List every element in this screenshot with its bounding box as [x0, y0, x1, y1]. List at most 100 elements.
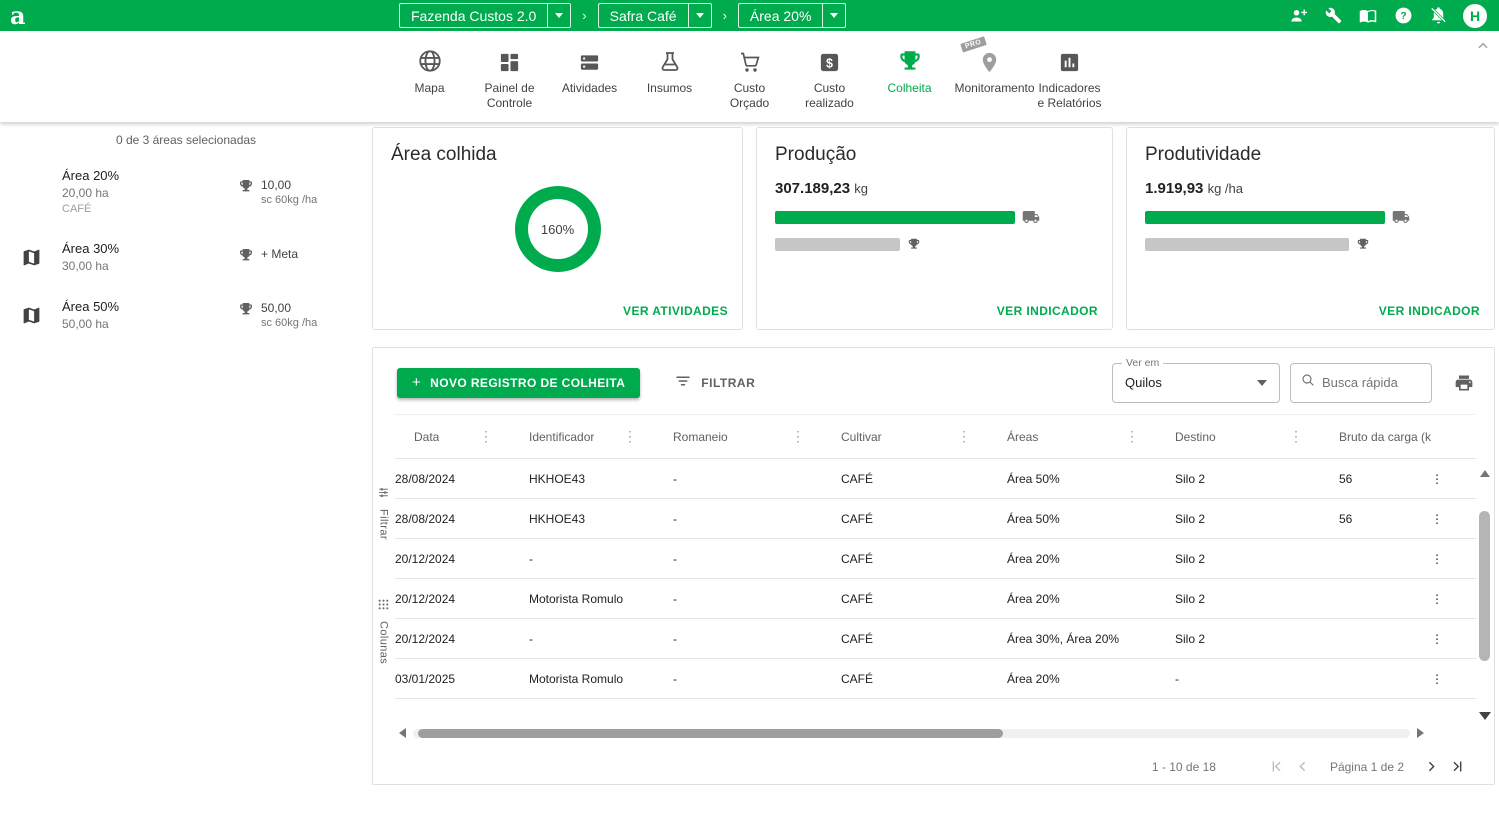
breadcrumb-separator-icon: ›: [582, 8, 586, 23]
help-book-icon[interactable]: [1358, 6, 1378, 26]
area-list-item[interactable]: Área 30% 30,00 ha + Meta: [0, 228, 372, 286]
area-selector-label: Área 20%: [739, 4, 822, 27]
nav-item-insumos[interactable]: Insumos: [635, 44, 705, 96]
side-tab-colunas[interactable]: Colunas: [377, 598, 390, 664]
user-avatar[interactable]: H: [1463, 4, 1487, 28]
area-size: 20,00 ha: [62, 186, 238, 200]
columns-grid-icon: [377, 598, 390, 616]
trophy-icon: [897, 44, 923, 74]
column-menu-icon[interactable]: ⋮: [1123, 428, 1141, 445]
production-meta-bar: [775, 237, 1015, 251]
nav-item-painel-de-controle[interactable]: Painel de Controle: [475, 44, 545, 111]
column-menu-icon[interactable]: ⋮: [789, 428, 807, 445]
notifications-off-icon[interactable]: [1428, 6, 1448, 26]
print-icon[interactable]: [1454, 373, 1474, 393]
row-menu-icon[interactable]: ⋮: [1431, 659, 1476, 699]
table-row[interactable]: 20/12/2024 - - CAFÉ Área 20% Silo 2 ⋮: [395, 539, 1476, 579]
area-list-item[interactable]: Área 20% 20,00 ha CAFÉ 10,00 sc 60kg /ha: [0, 155, 372, 228]
search-icon: [1300, 372, 1316, 393]
row-menu-icon[interactable]: ⋮: [1431, 459, 1476, 499]
first-page-icon[interactable]: [1264, 758, 1290, 775]
card-title: Produção: [775, 144, 1094, 166]
scroll-up-icon[interactable]: [1480, 470, 1490, 477]
vertical-scrollbar[interactable]: [1478, 470, 1491, 720]
season-selector[interactable]: Safra Café: [598, 3, 712, 28]
invite-user-icon[interactable]: [1288, 6, 1308, 26]
collapse-nav-icon[interactable]: [1476, 39, 1490, 58]
cart-icon: [738, 44, 762, 74]
column-header: Romaneio: [673, 430, 728, 444]
row-menu-icon[interactable]: ⋮: [1431, 539, 1476, 579]
side-tab-filtrar[interactable]: Filtrar: [377, 486, 390, 540]
search-input[interactable]: [1322, 375, 1422, 390]
trophy-icon: [238, 178, 254, 199]
column-header: Identificador: [529, 430, 594, 444]
horizontal-scroll-track[interactable]: [413, 729, 1410, 738]
map-icon: [0, 247, 62, 268]
ver-indicador-link[interactable]: VER INDICADOR: [1379, 304, 1480, 318]
truck-icon: [1392, 208, 1410, 226]
area-list-item[interactable]: Área 50% 50,00 ha 50,00 sc 60kg /ha: [0, 286, 372, 344]
nav-item-colheita[interactable]: Colheita: [875, 44, 945, 96]
trophy-icon: [238, 301, 254, 322]
row-menu-icon[interactable]: ⋮: [1431, 499, 1476, 539]
chevron-down-icon[interactable]: [688, 4, 711, 27]
plus-icon: +: [412, 374, 421, 391]
previous-page-icon[interactable]: [1290, 758, 1316, 775]
productivity-value: 1.919,93: [1145, 180, 1203, 197]
area-meta[interactable]: 50,00 sc 60kg /ha: [238, 301, 360, 329]
horizontal-scrollbar[interactable]: [399, 726, 1424, 740]
tools-icon[interactable]: [1323, 6, 1343, 26]
column-menu-icon[interactable]: ⋮: [1287, 428, 1305, 445]
table-row[interactable]: 20/12/2024 Motorista Romulo - CAFÉ Área …: [395, 579, 1476, 619]
new-harvest-record-button[interactable]: + NOVO REGISTRO DE COLHEITA: [397, 368, 640, 398]
area-selector[interactable]: Área 20%: [738, 3, 846, 28]
view-unit-select[interactable]: Ver em Quilos: [1112, 363, 1280, 403]
ver-atividades-link[interactable]: VER ATIVIDADES: [623, 304, 728, 318]
column-menu-icon[interactable]: ⋮: [621, 428, 639, 445]
last-page-icon[interactable]: [1444, 758, 1470, 775]
area-name: Área 30%: [62, 241, 238, 256]
main-content: Área colhida 160% VER ATIVIDADES Produçã…: [372, 122, 1499, 824]
horizontal-scroll-thumb[interactable]: [418, 729, 1003, 738]
row-menu-icon[interactable]: ⋮: [1431, 619, 1476, 659]
farm-selector-label: Fazenda Custos 2.0: [400, 4, 547, 27]
next-page-icon[interactable]: [1418, 758, 1444, 775]
scroll-down-icon[interactable]: [1479, 712, 1491, 720]
column-menu-icon[interactable]: ⋮: [477, 428, 495, 445]
chevron-down-icon[interactable]: [547, 4, 570, 27]
filter-button[interactable]: FILTRAR: [674, 372, 755, 393]
nav-item-custo-realizado[interactable]: $ Custo realizado: [795, 44, 865, 111]
ver-indicador-link[interactable]: VER INDICADOR: [997, 304, 1098, 318]
column-header: Destino: [1175, 430, 1216, 444]
table-row[interactable]: 28/08/2024 HKHOE43 - CAFÉ Área 50% Silo …: [395, 459, 1476, 499]
scroll-right-icon[interactable]: [1417, 728, 1424, 738]
card-produtividade: Produtividade 1.919,93 kg /ha VER INDICA…: [1126, 127, 1495, 330]
production-unit: kg: [854, 181, 868, 196]
nav-item-atividades[interactable]: Atividades: [555, 44, 625, 96]
nav-item-mapa[interactable]: Mapa: [395, 44, 465, 96]
breadcrumb-separator-icon: ›: [723, 8, 727, 23]
nav-item-indicadores-e-relatorios[interactable]: Indicadores e Relatórios: [1035, 44, 1105, 111]
row-menu-icon[interactable]: ⋮: [1431, 579, 1476, 619]
view-unit-select-value: Quilos: [1125, 375, 1162, 390]
view-unit-select-label: Ver em: [1122, 357, 1163, 369]
area-meta[interactable]: 10,00 sc 60kg /ha: [238, 178, 360, 206]
table-row[interactable]: 03/01/2025 Motorista Romulo - CAFÉ Área …: [395, 659, 1476, 699]
production-progress-bar: [775, 208, 1015, 226]
column-menu-icon[interactable]: ⋮: [955, 428, 973, 445]
vertical-scroll-thumb[interactable]: [1479, 511, 1490, 661]
table-row[interactable]: 28/08/2024 HKHOE43 - CAFÉ Área 50% Silo …: [395, 499, 1476, 539]
indicator-cards: Área colhida 160% VER ATIVIDADES Produçã…: [372, 127, 1495, 330]
area-name: Área 20%: [62, 168, 238, 183]
add-meta-button[interactable]: + Meta: [238, 247, 360, 268]
nav-item-custo-orcado[interactable]: Custo Orçado: [715, 44, 785, 111]
table-row[interactable]: 20/12/2024 - - CAFÉ Área 30%, Área 20% S…: [395, 619, 1476, 659]
nav-item-monitoramento[interactable]: PRO Monitoramento: [955, 44, 1025, 96]
harvest-records-table: Data⋮ Identificador⋮ Romaneio⋮ Cultivar⋮…: [395, 414, 1476, 699]
chevron-down-icon: [1257, 380, 1267, 386]
help-icon[interactable]: ?: [1393, 6, 1413, 26]
farm-selector[interactable]: Fazenda Custos 2.0: [399, 3, 571, 28]
chevron-down-icon[interactable]: [822, 4, 845, 27]
scroll-left-icon[interactable]: [399, 728, 406, 738]
